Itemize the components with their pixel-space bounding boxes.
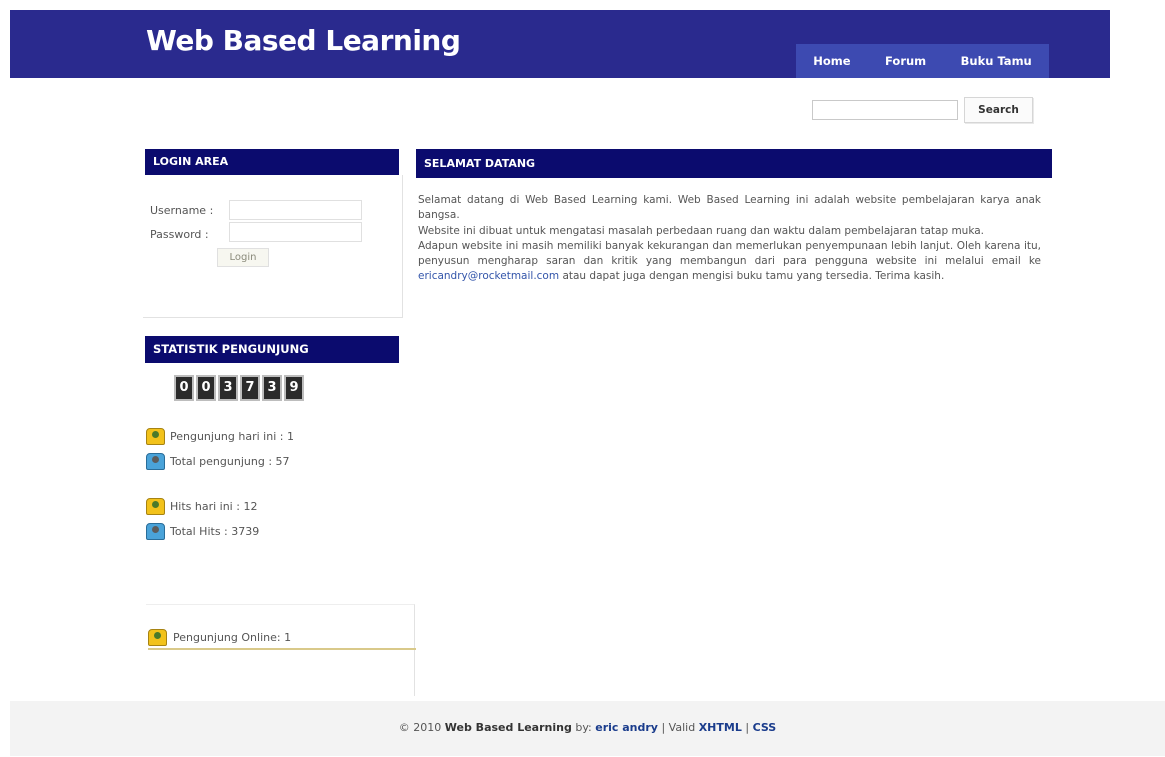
author-link[interactable]: eric andry <box>595 721 658 734</box>
nav-buku-tamu[interactable]: Buku Tamu <box>961 54 1032 68</box>
stat-total-hits: Total Hits : 3739 <box>146 523 259 540</box>
online-panel <box>146 604 415 696</box>
login-area-title: LOGIN AREA <box>145 149 399 175</box>
visitor-counter: 0 0 3 7 3 9 <box>174 375 304 401</box>
counter-digit: 3 <box>218 375 238 401</box>
visitors-online: Pengunjung Online: 1 <box>148 626 416 650</box>
welcome-text: Selamat datang di Web Based Learning kam… <box>418 193 1041 285</box>
password-field[interactable] <box>229 222 362 242</box>
copyright: © 2010 <box>398 721 442 734</box>
password-label: Password : <box>150 228 209 241</box>
footer-separator: | <box>745 721 750 734</box>
login-panel <box>143 175 403 318</box>
welcome-title: SELAMAT DATANG <box>416 149 1052 178</box>
counter-digit: 3 <box>262 375 282 401</box>
nav-home[interactable]: Home <box>813 54 850 68</box>
username-field[interactable] <box>229 200 362 220</box>
main-nav: Home Forum Buku Tamu <box>796 44 1049 78</box>
login-button[interactable]: Login <box>217 248 269 267</box>
header-bar: Web Based Learning Home Forum Buku Tamu <box>10 10 1110 78</box>
welcome-paragraph: Website ini dibuat untuk mengatasi masal… <box>418 224 985 237</box>
counter-digit: 0 <box>196 375 216 401</box>
stat-text: Hits hari ini : 12 <box>170 500 258 513</box>
users-icon <box>146 523 165 540</box>
search-button[interactable]: Search <box>964 97 1033 123</box>
counter-digit: 0 <box>174 375 194 401</box>
footer-by: by: <box>575 721 592 734</box>
stat-hits-today: Hits hari ini : 12 <box>146 498 257 515</box>
user-icon <box>146 498 165 515</box>
xhtml-link[interactable]: XHTML <box>699 721 742 734</box>
stat-text: Pengunjung hari ini : 1 <box>170 430 294 443</box>
search-input[interactable] <box>812 100 958 120</box>
counter-digit: 7 <box>240 375 260 401</box>
stat-text: Total pengunjung : 57 <box>170 455 290 468</box>
footer-site-name: Web Based Learning <box>444 721 572 734</box>
online-text: Pengunjung Online: 1 <box>173 630 292 644</box>
footer-valid: | Valid <box>661 721 696 734</box>
welcome-text-part: atau dapat juga dengan mengisi buku tamu… <box>562 270 945 283</box>
css-link[interactable]: CSS <box>753 721 777 734</box>
users-icon <box>146 453 165 470</box>
footer: © 2010 Web Based Learning by: eric andry… <box>10 701 1165 756</box>
welcome-paragraph: Adapun website ini masih memiliki banyak… <box>418 239 1041 285</box>
counter-digit: 9 <box>284 375 304 401</box>
email-link[interactable]: ericandry@rocketmail.com <box>418 270 559 282</box>
user-icon <box>148 628 167 646</box>
visitor-stats-title: STATISTIK PENGUNJUNG <box>145 336 399 363</box>
site-title: Web Based Learning <box>146 24 461 57</box>
stat-visitors-today: Pengunjung hari ini : 1 <box>146 428 294 445</box>
welcome-text-part: Adapun website ini masih memiliki banyak… <box>418 239 1041 268</box>
stat-text: Total Hits : 3739 <box>170 525 260 538</box>
username-label: Username : <box>150 204 214 217</box>
nav-forum[interactable]: Forum <box>885 54 926 68</box>
user-icon <box>146 428 165 445</box>
welcome-paragraph: Selamat datang di Web Based Learning kam… <box>418 194 1041 222</box>
stat-total-visitors: Total pengunjung : 57 <box>146 453 290 470</box>
